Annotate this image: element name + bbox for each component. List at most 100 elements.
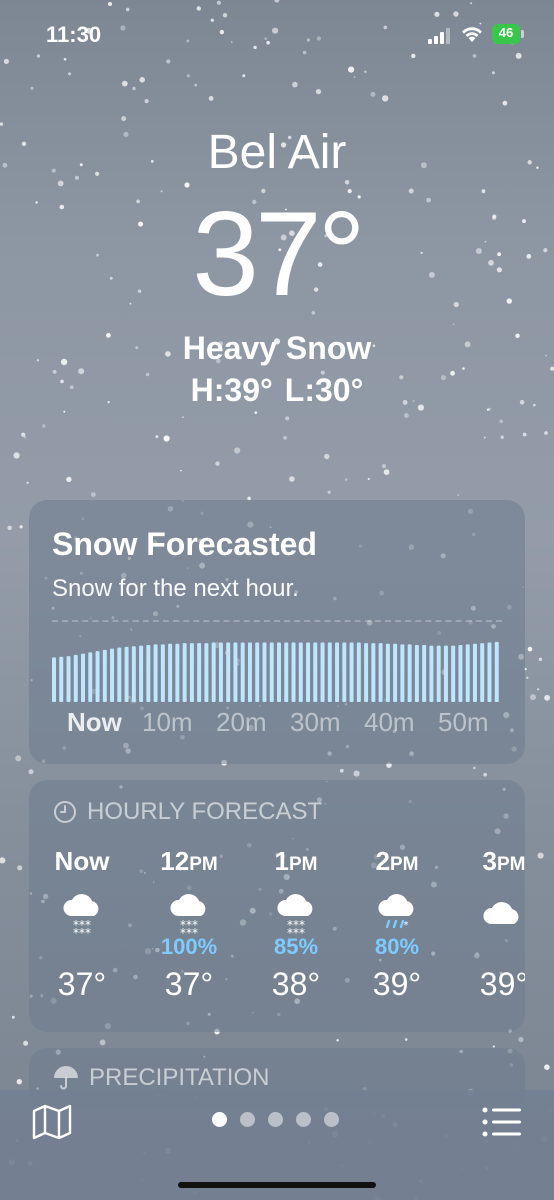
low-temp: L:30° <box>284 372 364 408</box>
precipitation-header-label: PRECIPITATION <box>89 1064 270 1091</box>
intensity-bar <box>81 653 86 702</box>
cellular-signal-icon <box>428 28 450 44</box>
intensity-bar <box>168 643 173 702</box>
intensity-bar <box>175 643 180 702</box>
intensity-bar <box>218 642 223 702</box>
intensity-bar <box>153 644 158 702</box>
hour-temp: 38° <box>271 966 321 1002</box>
intensity-bar <box>88 652 93 702</box>
hour-column-2pm: 2PM * 80% 39° <box>352 846 442 1003</box>
page-dot[interactable] <box>268 1112 283 1127</box>
intensity-divider <box>52 620 502 622</box>
intensity-bar <box>284 642 289 702</box>
intensity-bar <box>211 642 216 702</box>
current-temperature: 37° <box>192 187 365 321</box>
intensity-bar <box>226 642 231 702</box>
intensity-bar <box>306 642 311 702</box>
high-low: H:39° L:30° <box>0 372 554 409</box>
intensity-bar <box>378 643 383 702</box>
snow-cloud-icon: *** *** <box>63 894 99 934</box>
intensity-bar <box>335 642 340 702</box>
intensity-bar <box>494 641 499 702</box>
hour-temp: 39° <box>479 966 525 1002</box>
tick-label: 20m <box>216 707 267 737</box>
wifi-icon <box>462 27 482 42</box>
precip-chance: 85% <box>273 934 319 959</box>
precip-chance: 80% <box>374 934 420 959</box>
intensity-bar <box>269 642 274 702</box>
tick-label: Now <box>67 707 122 737</box>
intensity-bar <box>102 649 107 702</box>
intensity-bar <box>146 644 151 702</box>
svg-text:***: *** <box>180 926 198 934</box>
intensity-bar <box>59 656 64 702</box>
high-temp: H:39° <box>190 372 273 408</box>
snow-card-subtitle: Snow for the next hour. <box>52 575 299 602</box>
intensity-bar <box>95 651 100 702</box>
snow-forecast-card[interactable]: Snow Forecasted Snow for the next hour. … <box>29 500 525 764</box>
page-dot[interactable] <box>296 1112 311 1127</box>
umbrella-icon <box>54 1066 78 1090</box>
intensity-bar <box>262 642 267 702</box>
status-bar: 11:30 46 <box>0 0 554 70</box>
hour-column-now: Now *** *** 37° <box>37 846 127 1003</box>
intensity-bar <box>407 644 412 702</box>
intensity-bar <box>66 656 71 702</box>
intensity-bar <box>327 642 332 702</box>
intensity-bar <box>298 642 303 702</box>
sleet-cloud-icon: * <box>378 894 414 931</box>
intensity-bar <box>451 645 456 702</box>
intensity-bar <box>400 644 405 702</box>
list-icon[interactable] <box>482 1106 522 1138</box>
svg-text:***: *** <box>73 926 91 934</box>
intensity-bar <box>393 643 398 702</box>
intensity-bar <box>255 642 260 702</box>
page-dot[interactable] <box>324 1112 339 1127</box>
intensity-bar <box>117 647 122 702</box>
hour-temp: 39° <box>372 966 422 1002</box>
intensity-bar <box>458 644 463 702</box>
intensity-bar <box>480 643 485 702</box>
hour-label: 12PM <box>160 846 218 876</box>
intensity-bar <box>124 646 129 702</box>
intensity-bar <box>422 644 427 702</box>
intensity-bar <box>204 643 209 702</box>
intensity-bar <box>52 657 56 702</box>
intensity-bar <box>73 654 78 702</box>
intensity-bar <box>472 643 477 702</box>
hourly-forecast-card[interactable]: HOURLY FORECAST Now *** *** 37° 12PM ***… <box>29 780 525 1032</box>
intensity-bar <box>429 645 434 702</box>
intensity-bar <box>160 644 165 702</box>
intensity-bar <box>247 642 252 702</box>
precipitation-header: PRECIPITATION <box>53 1064 269 1092</box>
hour-column-3pm: 3PM 39° <box>459 846 525 1003</box>
page-indicator[interactable] <box>212 1112 339 1127</box>
precip-chance <box>459 934 525 962</box>
hourly-header-label: HOURLY FORECAST <box>87 798 323 825</box>
intensity-bar <box>182 643 187 702</box>
page-dot[interactable] <box>212 1112 227 1127</box>
snow-card-title: Snow Forecasted <box>52 526 317 562</box>
tick-label: 50m <box>438 707 489 737</box>
snow-cloud-icon: *** *** <box>170 894 206 934</box>
intensity-bar <box>414 644 419 702</box>
intensity-bar <box>291 642 296 702</box>
condition-text: Heavy Snow <box>182 330 372 366</box>
clock-icon <box>54 801 76 823</box>
intensity-bar <box>443 645 448 702</box>
intensity-bar <box>436 645 441 702</box>
status-time: 11:30 <box>46 22 102 47</box>
intensity-bar <box>189 643 194 702</box>
intensity-bar <box>131 646 136 702</box>
hour-label: 1PM <box>274 846 318 876</box>
intensity-bar <box>342 642 347 702</box>
hour-temp: 37° <box>57 966 107 1002</box>
precip-chance: 100% <box>160 934 218 959</box>
time-axis: Now 10m 20m 30m 40m 50m <box>52 707 512 737</box>
page-dot[interactable] <box>240 1112 255 1127</box>
hourly-header: HOURLY FORECAST <box>53 798 322 826</box>
map-icon[interactable] <box>32 1104 72 1140</box>
cloud-icon <box>483 902 519 924</box>
city-name: Bel Air <box>207 126 347 179</box>
tick-label: 30m <box>290 707 341 737</box>
